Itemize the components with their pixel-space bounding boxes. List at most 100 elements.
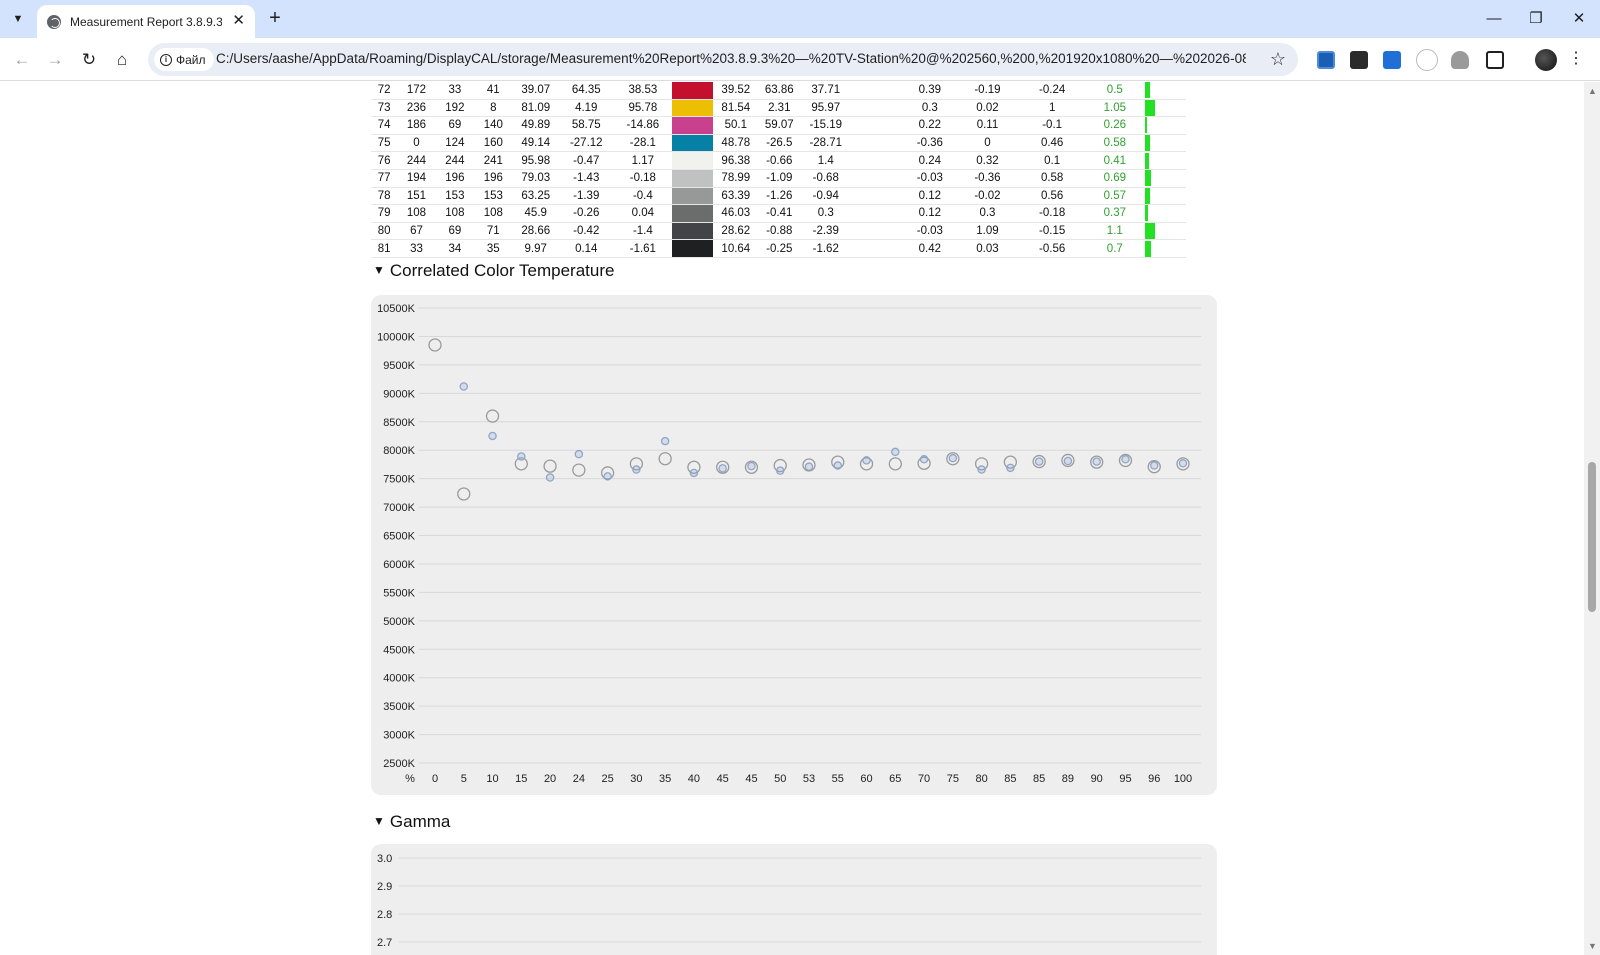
data-point-series-2 [517,452,526,461]
table-row: 74 186 69 140 49.89 58.75 -14.86 50.1 59.07 -15.1… [371,116,1216,135]
color-swatch-cell [672,239,713,258]
table-cell-g: 153 [435,187,475,206]
extension-monitor-icon[interactable] [1317,51,1335,69]
spacer-cell [852,99,905,118]
x-tick-label: 60 [860,773,872,785]
extension-download-icon[interactable] [1383,51,1401,69]
table-cell-a: -1.43 [558,169,614,188]
table-cell-de: 0.57 [1084,187,1146,206]
bookmark-star-icon[interactable]: ☆ [1270,49,1286,70]
cct-section-header[interactable]: ▼ Correlated Color Temperature [373,261,614,281]
gamma-section-header[interactable]: ▼ Gamma [373,812,450,832]
restore-icon[interactable]: ❐ [1521,6,1551,32]
table-cell-bv: -0.18 [613,169,673,188]
color-swatch-cell [672,222,713,241]
table-cell-bv: 0.04 [613,204,673,223]
table-cell-mL: 10.64 [712,239,760,258]
extension-play-icon[interactable] [1416,49,1438,71]
table-cell-da: -0.36 [955,169,1020,188]
tab-search-chevron-icon[interactable]: ▼ [6,7,30,31]
x-tick-label: 96 [1148,773,1160,785]
table-cell-L: 79.03 [512,169,559,188]
delta-e-bar-cell [1145,187,1186,206]
color-swatch-cell [672,116,713,135]
data-point-series-1 [658,452,672,466]
table-cell-da: 0.32 [955,151,1020,170]
table-cell-db: 0.58 [1019,169,1085,188]
table-cell-de: 1.05 [1084,99,1146,118]
home-icon[interactable]: ⌂ [108,46,136,74]
tab-close-icon[interactable]: ✕ [232,13,245,29]
measurement-table: 72 172 33 41 39.07 64.35 38.53 39.52 63.86 37.71 0… [371,82,1216,258]
x-axis-label: % [405,773,415,785]
forward-arrow-icon[interactable]: → [41,46,69,74]
scroll-down-arrow-icon[interactable]: ▼ [1588,941,1597,951]
delta-e-bar [1145,240,1152,257]
vertical-scrollbar[interactable]: ▲ ▼ [1584,82,1600,955]
back-arrow-icon[interactable]: ← [8,46,36,74]
y-tick-label: 9500K [383,360,415,372]
data-point-series-2 [775,466,785,475]
scrollbar-thumb[interactable] [1588,462,1596,612]
y-tick-label: 4500K [383,644,415,656]
table-cell-b: 241 [474,151,513,170]
color-swatch [672,82,713,99]
delta-e-bar-cell [1145,222,1186,241]
data-point-series-2 [919,455,929,464]
data-point-series-2 [632,465,641,474]
x-tick-label: 30 [630,773,642,785]
data-point-series-2 [977,465,986,474]
x-tick-label: 65 [889,773,901,785]
table-row: 72 172 33 41 39.07 64.35 38.53 39.52 63.86 37.71 0… [371,82,1216,100]
table-cell-id: 76 [371,151,398,170]
data-point-series-2 [574,449,584,459]
profile-avatar[interactable] [1535,49,1557,71]
table-cell-db: -0.56 [1019,239,1085,258]
spacer-cell [852,82,905,100]
table-cell-L: 28.66 [512,222,559,241]
delta-e-bar-cell [1145,134,1186,153]
url-text[interactable]: C:/Users/aashe/AppData/Roaming/DisplayCA… [216,51,1246,66]
reload-icon[interactable]: ↻ [75,46,103,74]
color-swatch [672,205,713,222]
spacer-cell [852,204,905,223]
table-cell-mb: 37.71 [799,82,853,100]
table-cell-g: 69 [435,222,475,241]
extensions-puzzle-icon[interactable] [1486,51,1504,69]
site-info-button[interactable]: i Файл [154,48,214,71]
active-tab[interactable]: Measurement Report 3.8.9.3 — ✕ [37,5,255,38]
table-cell-r: 33 [397,239,436,258]
table-row: 81 33 34 35 9.97 0.14 -1.61 10.64 -0.25 -1.62 0.42… [371,239,1216,258]
extension-drive-icon[interactable] [1451,51,1469,69]
scroll-up-arrow-icon[interactable]: ▲ [1588,86,1597,96]
new-tab-button[interactable]: + [263,7,287,31]
table-cell-ma: -0.66 [759,151,800,170]
chrome-menu-icon[interactable]: ⋮ [1568,47,1584,71]
spacer-cell [852,134,905,153]
collapse-triangle-icon: ▼ [373,814,385,828]
extension-media-icon[interactable] [1350,51,1368,69]
data-point-series-1 [428,338,442,352]
table-row: 75 0 124 160 49.14 -27.12 -28.1 48.78 -26.5 -28.7… [371,134,1216,153]
address-bar[interactable]: i Файл C:/Users/aashe/AppData/Roaming/Di… [148,43,1298,76]
x-tick-label: 35 [659,773,671,785]
color-swatch-cell [672,134,713,153]
table-cell-mL: 78.99 [712,169,760,188]
table-row: 78 151 153 153 63.25 -1.39 -0.4 63.39 -1.26 -0.94… [371,187,1216,206]
table-cell-mL: 50.1 [712,116,760,135]
data-point-series-2 [1063,456,1073,466]
table-row: 77 194 196 196 79.03 -1.43 -0.18 78.99 -1.09 -0.6… [371,169,1216,188]
table-cell-b: 160 [474,134,513,153]
minimize-icon[interactable]: — [1479,6,1509,32]
data-point-series-2 [1034,457,1044,466]
color-swatch [672,222,713,240]
browser-toolbar: ← → ↻ ⌂ i Файл C:/Users/aashe/AppData/Ro… [0,38,1600,81]
window-close-icon[interactable]: ✕ [1564,6,1594,32]
y-tick-label: 6000K [383,559,415,571]
data-point-series-2 [804,462,814,471]
table-cell-db: -0.18 [1019,204,1085,223]
table-cell-ma: -1.09 [759,169,800,188]
table-cell-ma: -0.41 [759,204,800,223]
table-cell-dL: 0.39 [904,82,956,100]
table-cell-L: 9.97 [512,239,559,258]
